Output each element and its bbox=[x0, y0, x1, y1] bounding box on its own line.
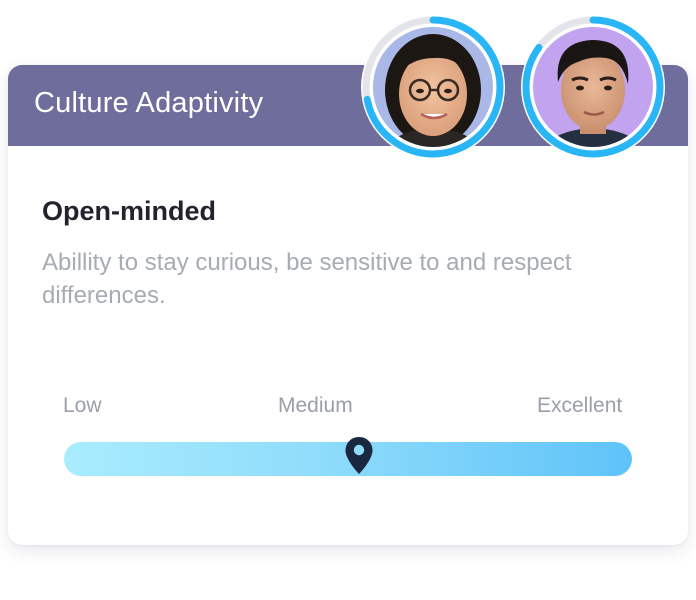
avatar-man[interactable] bbox=[518, 12, 668, 162]
trait-description: Abillity to stay curious, be sensitive t… bbox=[42, 249, 572, 309]
avatar-man-graphic bbox=[521, 15, 665, 159]
stage: Culture Adaptivity Open-minded Abillity … bbox=[0, 0, 696, 600]
slider-handle-graphic bbox=[345, 437, 373, 474]
trait-title: Open-minded bbox=[42, 196, 216, 226]
avatar-man-photo bbox=[533, 27, 653, 147]
avatar-woman-photo bbox=[373, 27, 493, 147]
avatar-woman-graphic bbox=[361, 15, 505, 159]
map-pin-icon[interactable] bbox=[344, 436, 374, 476]
scale-label-low: Low bbox=[63, 394, 102, 417]
scale-label-medium: Medium bbox=[278, 394, 353, 417]
card-title: Culture Adaptivity bbox=[34, 87, 264, 119]
scale-label-excellent: Excellent bbox=[537, 394, 623, 417]
avatar-woman[interactable] bbox=[358, 12, 508, 162]
